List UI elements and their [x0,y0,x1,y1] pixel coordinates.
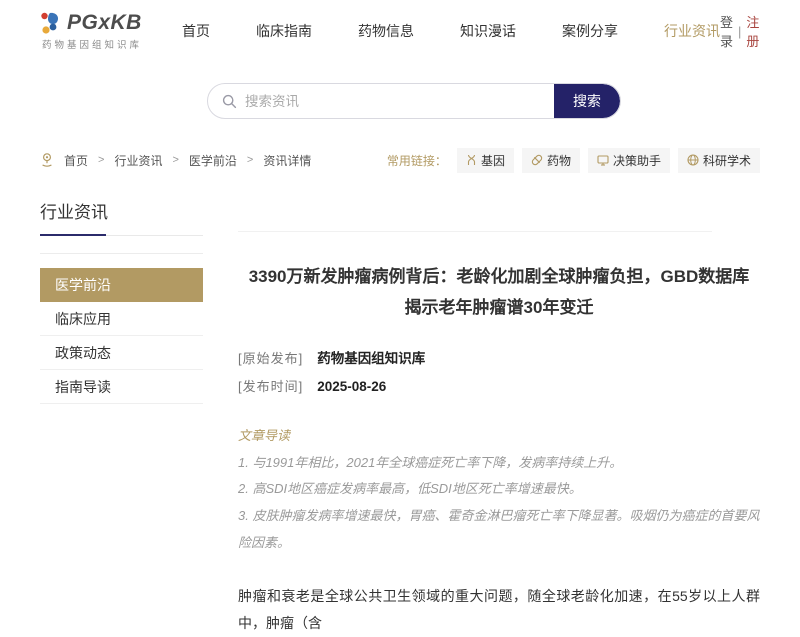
digest-line-2: 2. 高SDI地区癌症发病率最高，低SDI地区死亡率增速最快。 [238,481,582,497]
search-bar: 搜索 [207,83,621,119]
article-title: 3390万新发肿瘤病例背后：老龄化加剧全球肿瘤负担，GBD数据库揭示老年肿瘤谱3… [248,267,750,317]
crumb-separator: > [246,154,254,166]
sidebar-title: 行业资讯 [40,198,203,236]
digest-title: 文章导读 [238,428,291,444]
quick-link-drug[interactable]: 药物 [521,147,580,173]
article-meta: [原始发布] 药物基因组知识库 [发布时间] 2025-08-26 [238,347,760,395]
digest-line-3: 3. 皮肤肿瘤发病率增速最快，胃癌、霍奇金淋巴瘤死亡率下降显著。吸烟仍为癌症的首… [238,508,760,550]
breadcrumb: 首页 > 行业资讯 > 医学前沿 > 资讯详情 [40,152,311,169]
quick-link-label: 基因 [480,153,505,168]
article-body: 肿瘤和衰老是全球公共卫生领域的重大问题，随全球老龄化加速，在55岁以上人群中，肿… [238,588,760,631]
meta-source-row: [原始发布] 药物基因组知识库 [238,347,760,367]
search-section: 搜索 [0,62,800,140]
quick-links-label: 常用链接： [386,153,447,168]
nav-item-home[interactable]: 首页 [182,21,210,41]
search-icon [222,94,237,109]
meta-source-label: [原始发布] [238,351,304,367]
crumb-article-detail: 资讯详情 [263,153,312,168]
logo-row: PGxKB [40,11,142,35]
auth-divider: | [738,23,742,39]
brand-logo[interactable]: PGxKB 药物基因组知识库 [40,11,142,51]
nav-item-knowledge[interactable]: 知识漫话 [460,21,516,41]
crumb-industry-news[interactable]: 行业资讯 [114,152,162,169]
quick-link-decision-assistant[interactable]: 决策助手 [587,147,670,173]
brand-tagline: 药物基因组知识库 [42,40,143,51]
quick-link-label: 药物 [546,153,571,168]
monitor-icon [597,154,609,166]
nav-item-clinical-guidelines[interactable]: 临床指南 [256,21,312,41]
crumb-separator: > [98,154,105,166]
sidebar-menu: 医学前沿 临床应用 政策动态 指南导读 [40,253,203,404]
crumb-medical-frontier[interactable]: 医学前沿 [189,152,237,169]
globe-icon [687,154,699,166]
article-main: 3390万新发肿瘤病例背后：老龄化加剧全球肿瘤负担，GBD数据库揭示老年肿瘤谱3… [238,198,760,637]
meta-source-value: 药物基因组知识库 [317,351,426,367]
location-pin-icon [40,152,54,168]
quick-links: 常用链接： 基因 药物 决策助手 科研学术 [386,147,760,173]
sidebar: 行业资讯 医学前沿 临床应用 政策动态 指南导读 [40,198,203,637]
main-nav: 首页 临床指南 药物信息 知识漫话 案例分享 行业资讯 [182,21,720,41]
meta-date-value: 2025-08-26 [317,379,387,395]
pgxkb-logo-icon [40,11,62,35]
content: 行业资讯 医学前沿 临床应用 政策动态 指南导读 3390万新发肿瘤病例背后：老… [0,198,800,637]
quick-link-gene[interactable]: 基因 [456,147,514,173]
crumb-home[interactable]: 首页 [64,152,88,169]
sidebar-item-medical-frontier[interactable]: 医学前沿 [40,268,203,302]
nav-item-industry-news[interactable]: 行业资讯 [664,21,720,41]
article-digest: 文章导读 1. 与1991年相比，2021年全球癌症死亡率下降，发病率持续上升。… [238,423,760,556]
sidebar-item-guideline-reading[interactable]: 指南导读 [40,370,203,404]
breadcrumb-row: 首页 > 行业资讯 > 医学前沿 > 资讯详情 常用链接： 基因 药物 决策助手… [0,140,800,180]
crumb-separator: > [172,154,179,166]
quick-link-label: 科研学术 [702,153,751,168]
header: PGxKB 药物基因组知识库 首页 临床指南 药物信息 知识漫话 案例分享 行业… [0,0,800,62]
register-link[interactable]: 注册 [746,12,759,50]
search-input-area [208,84,554,118]
digest-line-1: 1. 与1991年相比，2021年全球癌症死亡率下降，发病率持续上升。 [238,454,623,470]
sidebar-item-policy-trends[interactable]: 政策动态 [40,336,203,370]
sidebar-item-clinical-application[interactable]: 临床应用 [40,302,203,336]
login-link[interactable]: 登录 [720,12,733,50]
quick-link-research[interactable]: 科研学术 [677,147,760,173]
quick-link-label: 决策助手 [612,153,661,168]
dna-icon [466,154,477,166]
meta-date-label: [发布时间] [238,379,304,395]
auth-links: 登录 | 注册 [720,12,759,50]
pill-icon [531,154,543,166]
content-divider [238,231,712,232]
page: PGxKB 药物基因组知识库 首页 临床指南 药物信息 知识漫话 案例分享 行业… [0,0,800,631]
search-button[interactable]: 搜索 [554,84,620,118]
nav-item-drug-info[interactable]: 药物信息 [358,21,414,41]
search-input[interactable] [245,93,554,109]
brand-name: PGxKB [67,11,142,34]
meta-date-row: [发布时间] 2025-08-26 [238,376,760,395]
nav-item-case-sharing[interactable]: 案例分享 [562,21,618,41]
